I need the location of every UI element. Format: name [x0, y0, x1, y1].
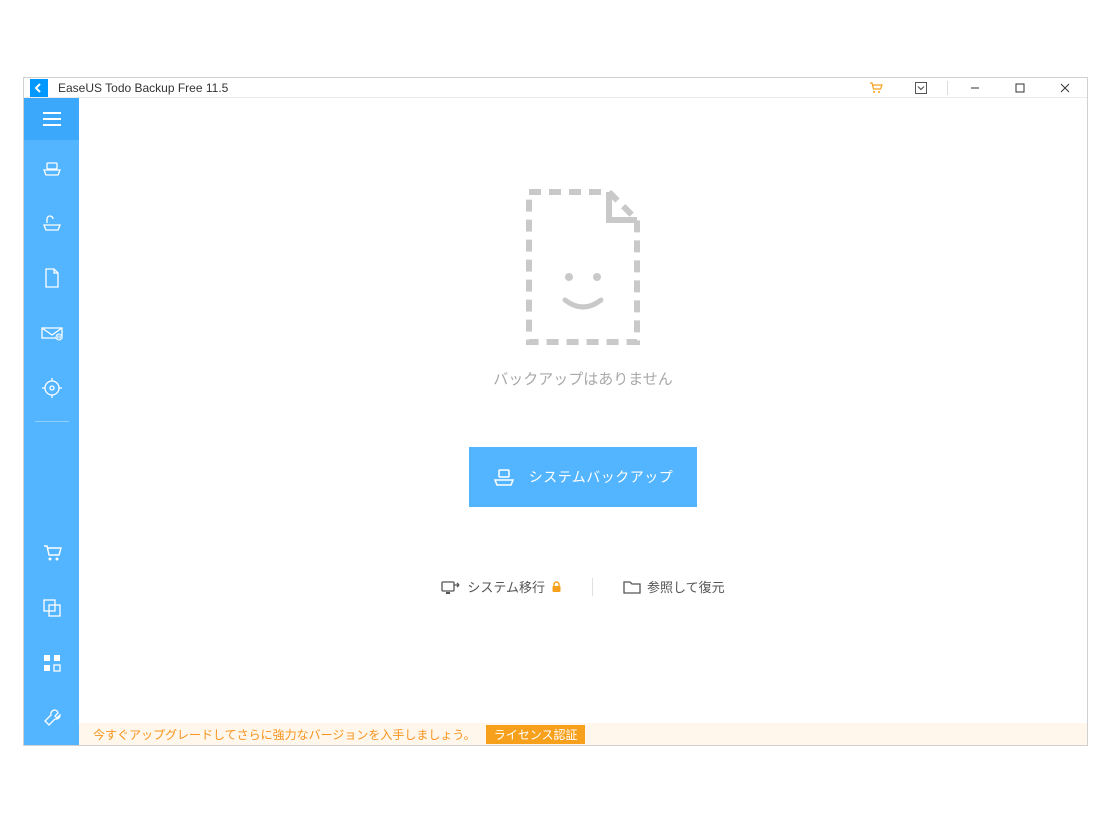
upgrade-text: 今すぐアップグレードしてさらに強力なバージョンを入手しましょう。 — [93, 726, 476, 743]
main-content: バックアップはありません システムバックアップ システム移行 — [79, 98, 1087, 745]
shop-icon[interactable] — [24, 525, 79, 580]
body: バックアップはありません システムバックアップ システム移行 — [24, 98, 1087, 745]
file-backup-icon[interactable] — [24, 250, 79, 305]
apps-icon[interactable] — [24, 635, 79, 690]
browse-restore-label: 参照して復元 — [647, 577, 725, 596]
transfer-icon — [441, 579, 461, 595]
empty-state-text: バックアップはありません — [493, 368, 673, 389]
dropdown-icon[interactable] — [898, 78, 943, 97]
app-logo-icon — [30, 79, 48, 97]
hamburger-menu-icon[interactable] — [24, 98, 79, 140]
smart-backup-icon[interactable] — [24, 360, 79, 415]
tools-icon[interactable] — [24, 690, 79, 745]
hero-area: バックアップはありません システムバックアップ システム移行 — [79, 182, 1087, 596]
folder-icon — [623, 580, 641, 594]
license-button[interactable]: ライセンス認証 — [486, 725, 586, 744]
sidebar — [24, 98, 79, 745]
titlebar-separator — [947, 81, 948, 95]
window-title: EaseUS Todo Backup Free 11.5 — [58, 81, 228, 95]
cart-icon[interactable] — [853, 78, 898, 97]
sidebar-divider — [35, 421, 69, 422]
mail-backup-icon[interactable] — [24, 305, 79, 360]
system-backup-button[interactable]: システムバックアップ — [469, 447, 697, 507]
upgrade-banner: 今すぐアップグレードしてさらに強力なバージョンを入手しましょう。 ライセンス認証 — [79, 723, 1087, 745]
maximize-button[interactable] — [997, 78, 1042, 97]
browse-restore-button[interactable]: 参照して復元 — [623, 577, 725, 596]
secondary-divider — [592, 578, 593, 596]
system-backup-icon[interactable] — [24, 195, 79, 250]
close-button[interactable] — [1042, 78, 1087, 97]
system-backup-button-label: システムバックアップ — [529, 467, 674, 487]
secondary-actions: システム移行 参照して復元 — [441, 577, 724, 596]
disk-backup-icon[interactable] — [24, 140, 79, 195]
system-backup-button-icon — [493, 467, 515, 487]
app-window: EaseUS Todo Backup Free 11.5 — [23, 77, 1088, 746]
titlebar: EaseUS Todo Backup Free 11.5 — [24, 78, 1087, 98]
clone-icon[interactable] — [24, 580, 79, 635]
system-transfer-button[interactable]: システム移行 — [441, 577, 562, 596]
lock-icon — [551, 581, 562, 593]
minimize-button[interactable] — [952, 78, 997, 97]
system-transfer-label: システム移行 — [467, 577, 545, 596]
titlebar-controls — [853, 78, 1087, 97]
empty-document-icon — [519, 182, 647, 352]
